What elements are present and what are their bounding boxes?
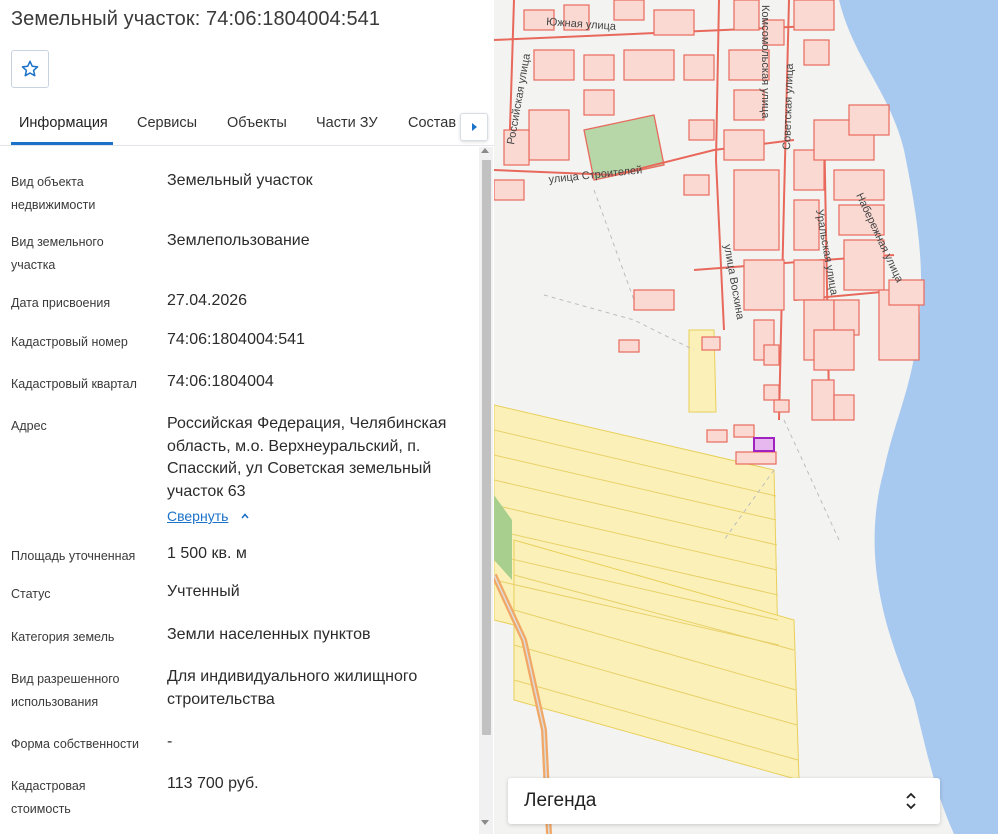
legend-label: Легенда [524, 790, 597, 811]
label-cadastral-number: Кадастровый номер [11, 335, 128, 349]
legend-panel[interactable]: Легенда [508, 778, 940, 824]
label-ownership: Форма собственности [11, 737, 139, 751]
selected-parcel[interactable] [753, 437, 775, 452]
label-address: Адрес [11, 419, 47, 433]
map-view[interactable]: Южная улица Российская улица улица Строи… [494, 0, 998, 834]
value-cadastral-number: 74:06:1804004:541 [167, 331, 305, 348]
value-land-type: Землепользование [167, 232, 310, 249]
tab-parts[interactable]: Части ЗУ [316, 115, 378, 131]
scroll-up-arrow-icon[interactable] [481, 148, 489, 153]
value-cadastral-cost: 113 700 руб. [167, 775, 259, 792]
tab-objects[interactable]: Объекты [227, 115, 287, 131]
street-label-komsomolskaya: Комсомольская улица [759, 5, 771, 119]
label-area: Площадь уточненная [11, 549, 136, 563]
tab-composition[interactable]: Состав [408, 115, 456, 131]
value-area: 1 500 кв. м [167, 545, 247, 562]
scroll-down-arrow-icon[interactable] [481, 820, 489, 825]
value-assign-date: 27.04.2026 [167, 292, 248, 309]
label-land-type: Вид земельного участка [11, 235, 104, 272]
value-address: Российская Федерация, Челябинская област… [167, 415, 447, 500]
value-status: Учтенный [167, 583, 240, 600]
chevron-up-icon [241, 513, 249, 519]
scrollbar-thumb[interactable] [482, 160, 491, 735]
tabs-next-button[interactable] [460, 113, 488, 141]
label-object-type: Вид объекта недвижимости [11, 175, 96, 212]
value-cadastral-quarter: 74:06:1804004 [167, 373, 274, 390]
expand-collapse-icon[interactable] [904, 789, 918, 813]
star-icon [21, 60, 39, 77]
label-status: Статус [11, 587, 51, 601]
value-permitted-use: Для индивидуального жилищного строительс… [167, 668, 418, 708]
value-land-category: Земли населенных пунктов [167, 626, 371, 643]
label-permitted-use: Вид разрешенного использования [11, 672, 120, 709]
info-panel: Земельный участок: 74:06:1804004:541 Инф… [0, 0, 494, 834]
label-assign-date: Дата присвоения [11, 296, 111, 310]
label-cadastral-quarter: Кадастровый квартал [11, 377, 137, 391]
tab-information[interactable]: Информация [19, 115, 108, 131]
label-land-category: Категория земель [11, 630, 115, 644]
page-title: Земельный участок: 74:06:1804004:541 [11, 8, 381, 30]
collapse-link[interactable]: Свернуть [167, 508, 228, 524]
value-object-type: Земельный участок [167, 172, 313, 189]
chevron-right-icon [471, 123, 477, 131]
active-tab-indicator [11, 142, 113, 145]
value-ownership: - [167, 733, 173, 750]
tab-bar: Информация Сервисы Объекты Части ЗУ Сост… [0, 104, 494, 146]
favorite-button[interactable] [11, 50, 49, 88]
map-canvas[interactable]: Южная улица Российская улица улица Строи… [494, 0, 998, 834]
label-cadastral-cost: Кадастровая стоимость [11, 779, 86, 816]
tab-services[interactable]: Сервисы [137, 115, 197, 131]
